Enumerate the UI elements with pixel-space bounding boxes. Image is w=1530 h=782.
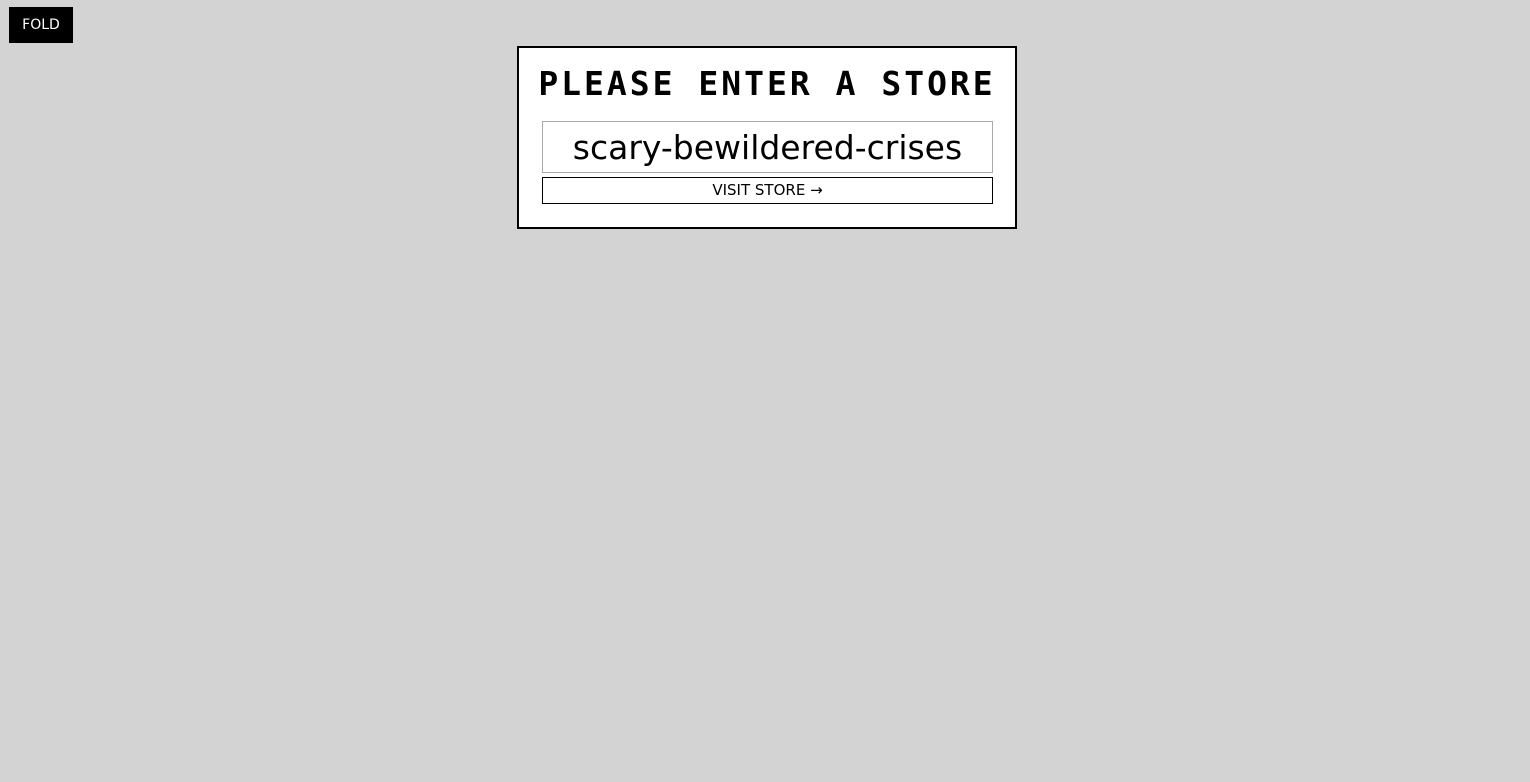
visit-store-button[interactable]: VISIT STORE →	[542, 177, 993, 204]
panel-title: Please enter a store	[538, 64, 996, 103]
fold-button[interactable]: FOLD	[9, 7, 73, 43]
store-entry-panel: Please enter a store VISIT STORE →	[517, 46, 1017, 229]
store-name-input[interactable]	[542, 121, 993, 173]
